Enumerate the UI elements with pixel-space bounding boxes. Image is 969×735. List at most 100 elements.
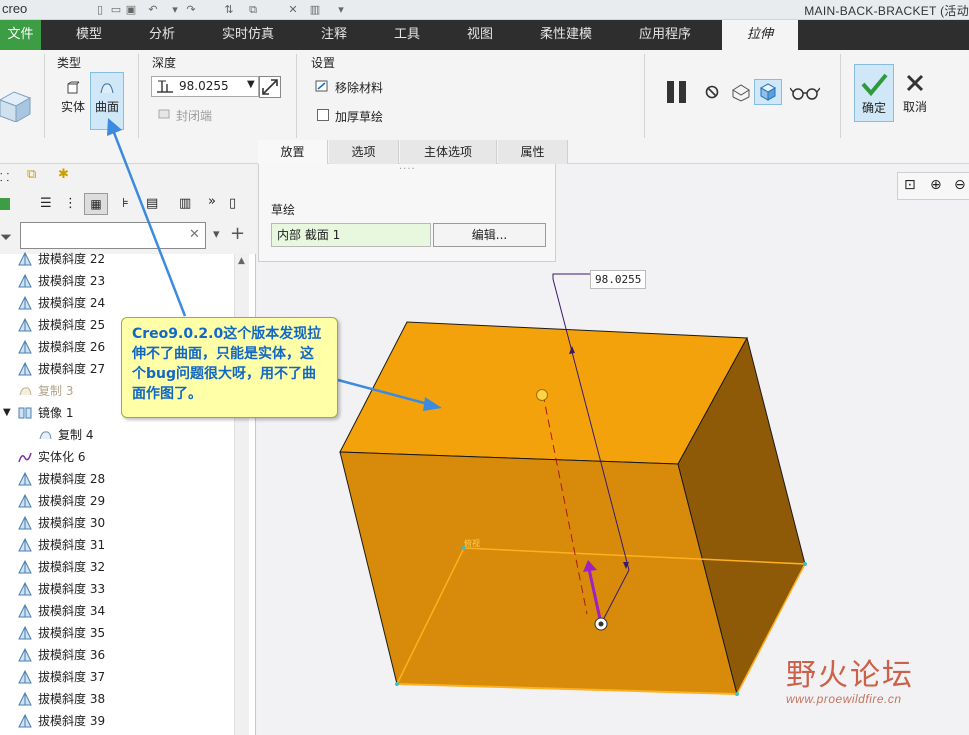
tree-item-label: 拔模斜度 31: [38, 538, 106, 552]
model-tree-tab-icon[interactable]: ⸬: [0, 170, 9, 185]
depth-group-label: 深度: [152, 56, 177, 70]
tree-item[interactable]: 拔模斜度 23: [0, 270, 232, 292]
depth-combo[interactable]: 98.0255 ▼: [151, 76, 259, 97]
close-window-icon[interactable]: ✕: [286, 3, 300, 17]
menu-applications[interactable]: 应用程序: [629, 20, 701, 50]
depth-dimension-label[interactable]: 98.0255: [590, 270, 647, 289]
tree-item[interactable]: 拔模斜度 30: [0, 512, 232, 534]
tree-item-label: 拔模斜度 28: [38, 472, 106, 486]
tree-item[interactable]: 拔模斜度 36: [0, 644, 232, 666]
tree-tabs: ⸬ ⧉ ✱: [0, 164, 256, 190]
filter-icon: ⏷: [0, 228, 13, 246]
tree-item[interactable]: 实体化 6: [0, 446, 232, 468]
tree-columns-icon[interactable]: ⋮: [64, 196, 77, 211]
menu-flexible-modeling[interactable]: 柔性建模: [530, 20, 602, 50]
tab-placement[interactable]: 放置: [258, 140, 328, 164]
folder-browser-icon[interactable]: ⧉: [27, 167, 36, 182]
tree-item[interactable]: 拔模斜度 39: [0, 710, 232, 732]
draft-feature-icon: [18, 626, 32, 640]
verify-glasses-icon[interactable]: [790, 86, 820, 100]
chevron-down-icon[interactable]: ▼: [247, 79, 255, 90]
box-front-face[interactable]: [339, 451, 738, 695]
customize-qa-icon[interactable]: ▾: [334, 3, 348, 17]
display-icon[interactable]: ▥: [308, 3, 322, 17]
more-icon[interactable]: »: [208, 194, 216, 209]
tree-item[interactable]: 拔模斜度 24: [0, 292, 232, 314]
surface-button[interactable]: 曲面: [90, 72, 124, 130]
draft-feature-icon: [18, 582, 32, 596]
edit-sketch-button[interactable]: 编辑...: [433, 223, 546, 247]
tree-item[interactable]: 拔模斜度 22: [0, 248, 232, 270]
ok-button[interactable]: 确定: [854, 64, 894, 122]
favorites-icon[interactable]: ✱: [58, 167, 69, 182]
menu-analysis[interactable]: 分析: [139, 20, 185, 50]
refit-icon[interactable]: ⊡: [904, 177, 916, 193]
part-icon[interactable]: [0, 198, 10, 210]
tree-item[interactable]: 拔模斜度 37: [0, 666, 232, 688]
no-preview-icon[interactable]: [704, 84, 720, 100]
tree-list-icon[interactable]: ☰: [40, 196, 52, 211]
open-file-icon[interactable]: ▭: [109, 3, 123, 17]
tab-extrude[interactable]: 拉伸: [722, 20, 798, 50]
cancel-button[interactable]: 取消: [899, 64, 931, 122]
separator: [44, 54, 45, 138]
pause-icon[interactable]: [664, 78, 692, 106]
cap-ends-label[interactable]: 封闭端: [176, 107, 212, 124]
dropdown-icon[interactable]: ▾: [168, 3, 182, 17]
menu-model[interactable]: 模型: [66, 20, 112, 50]
solid-button[interactable]: 实体: [56, 72, 90, 130]
ok-label: 确定: [861, 101, 886, 115]
draft-feature-icon: [18, 296, 32, 310]
tree-item[interactable]: 拔模斜度 34: [0, 600, 232, 622]
menu-live-simulation[interactable]: 实时仿真: [212, 20, 284, 50]
attached-preview-icon[interactable]: [730, 82, 752, 102]
regenerate-icon[interactable]: ⇅: [222, 3, 236, 17]
menu-tools[interactable]: 工具: [384, 20, 430, 50]
layer-icon[interactable]: ▥: [179, 196, 191, 211]
sketch-collector[interactable]: 内部 截面 1: [271, 223, 431, 247]
tab-body-options[interactable]: 主体选项: [400, 140, 497, 164]
flip-direction-icon: [262, 79, 278, 95]
tree-item[interactable]: 拔模斜度 32: [0, 556, 232, 578]
scroll-up-icon[interactable]: ▲: [238, 256, 245, 266]
tree-item[interactable]: 拔模斜度 31: [0, 534, 232, 556]
tree-search-input[interactable]: [20, 222, 206, 249]
notes-icon[interactable]: ▯: [229, 196, 236, 211]
tree-item[interactable]: 拔模斜度 35: [0, 622, 232, 644]
tree-filter-icon[interactable]: ⊧: [122, 196, 129, 211]
zoom-out-icon[interactable]: ⊖: [954, 177, 966, 193]
redo-icon[interactable]: ↷: [184, 3, 198, 17]
menu-file[interactable]: 文件: [0, 20, 41, 50]
tab-properties[interactable]: 属性: [498, 140, 568, 164]
add-filter-icon[interactable]: +: [230, 223, 245, 244]
tree-item[interactable]: 拔模斜度 33: [0, 578, 232, 600]
menu-annotate[interactable]: 注释: [311, 20, 357, 50]
creo-logo: creo: [2, 1, 28, 16]
collapse-icon[interactable]: ▼: [3, 402, 11, 424]
flip-direction-button[interactable]: [259, 76, 281, 98]
new-file-icon[interactable]: ▯: [93, 3, 107, 17]
tab-options[interactable]: 选项: [329, 140, 399, 164]
tree-item[interactable]: 拔模斜度 29: [0, 490, 232, 512]
windows-icon[interactable]: ⧉: [246, 3, 260, 17]
tree-item[interactable]: 复制 4: [0, 424, 232, 446]
tree-item-label: 拔模斜度 39: [38, 714, 106, 728]
dropdown-icon[interactable]: ▾: [213, 227, 220, 242]
thicken-sketch-label[interactable]: 加厚草绘: [335, 108, 383, 125]
geometry-preview-button[interactable]: [754, 79, 782, 105]
panel-grip[interactable]: ····: [399, 164, 416, 175]
thicken-sketch-checkbox[interactable]: [317, 109, 329, 121]
depth-value[interactable]: 98.0255: [179, 79, 229, 93]
depth-drag-handle[interactable]: [536, 389, 548, 401]
menu-view[interactable]: 视图: [457, 20, 503, 50]
draft-feature-icon: [18, 252, 32, 266]
tree-item[interactable]: 拔模斜度 28: [0, 468, 232, 490]
tree-settings-icon[interactable]: ▦: [84, 193, 108, 215]
clear-icon[interactable]: ✕: [189, 227, 200, 242]
zoom-in-icon[interactable]: ⊕: [930, 177, 942, 193]
remove-material-label[interactable]: 移除材料: [335, 79, 383, 96]
tree-item[interactable]: 拔模斜度 38: [0, 688, 232, 710]
save-icon[interactable]: ▣: [124, 3, 138, 17]
show-icon[interactable]: ▤: [146, 196, 158, 211]
undo-icon[interactable]: ↶: [146, 3, 160, 17]
